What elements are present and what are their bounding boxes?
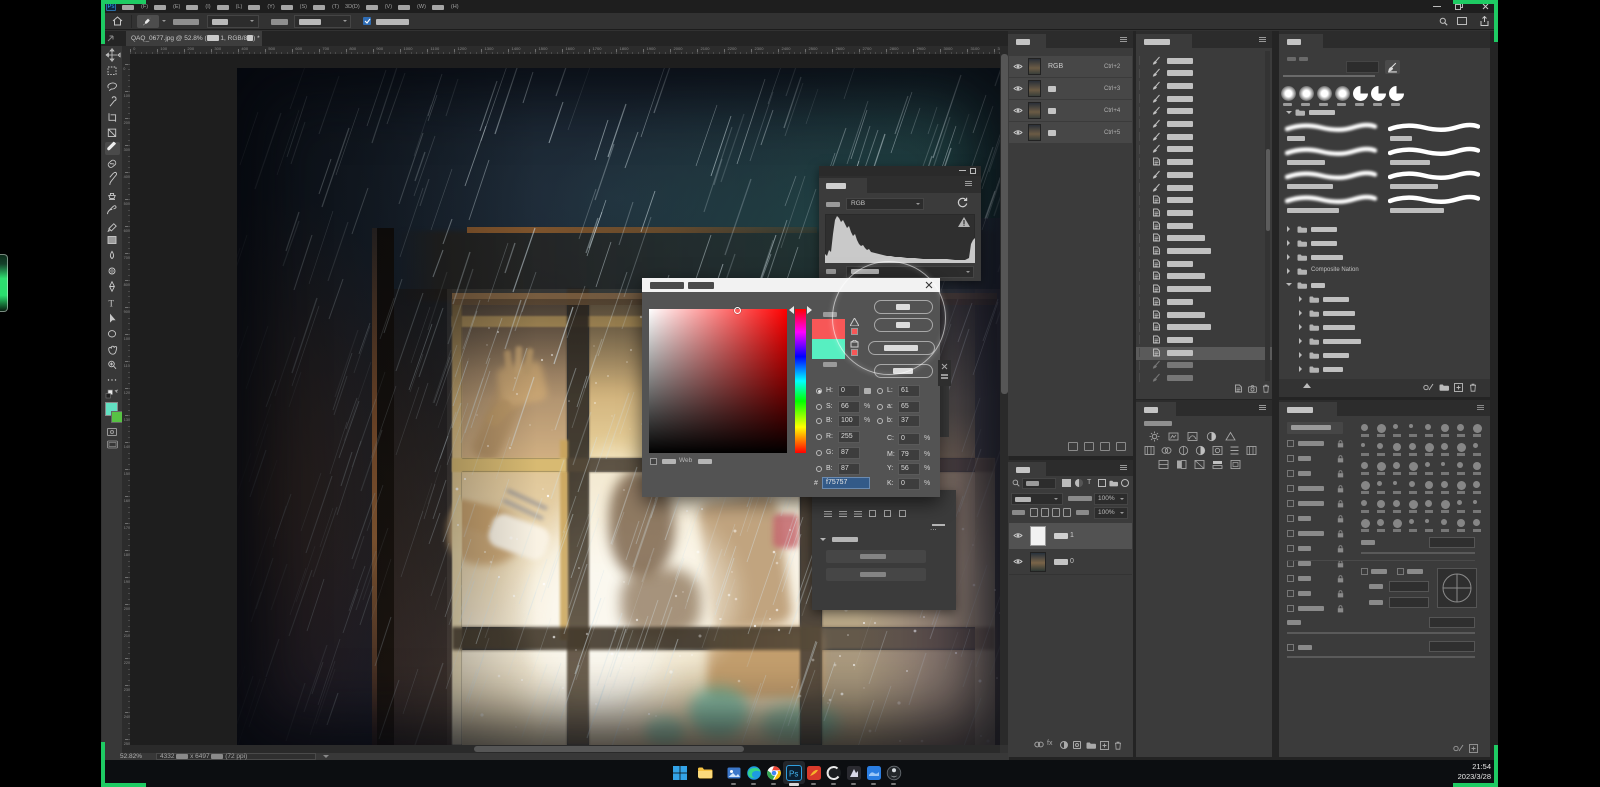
- svg-text:Ps: Ps: [789, 770, 798, 779]
- svg-text:T: T: [109, 298, 115, 308]
